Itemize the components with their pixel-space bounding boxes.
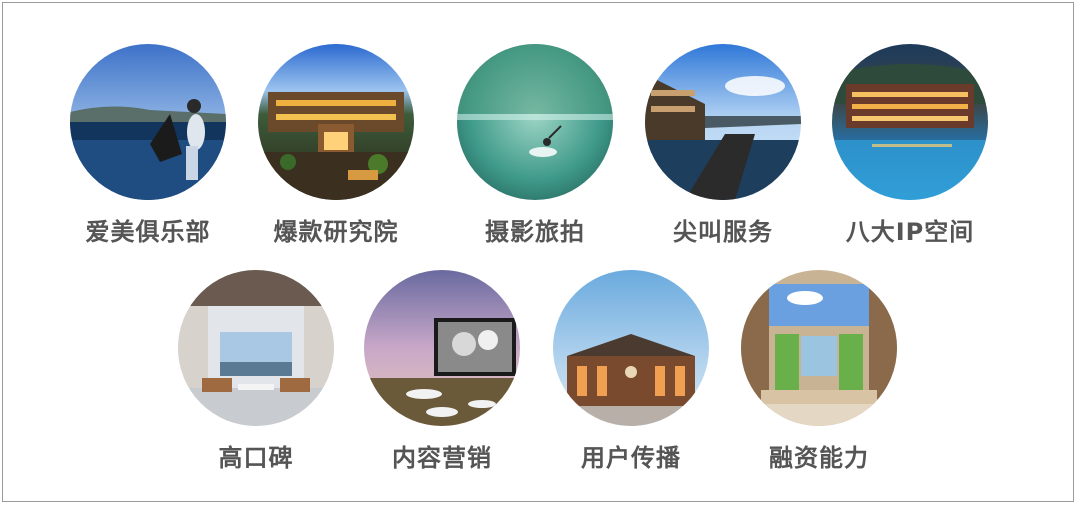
tile-beauty-club[interactable]: 爱美俱乐部: [63, 44, 233, 264]
tile-label: 八大IP空间: [845, 218, 975, 246]
hotel-courtyard-night-photo: [258, 44, 414, 200]
tile-label: 高口碑: [218, 444, 294, 472]
tile-scream-service[interactable]: 尖叫服务: [638, 44, 808, 264]
tile-label: 尖叫服务: [673, 218, 773, 246]
tile-photo-travel[interactable]: 摄影旅拍: [450, 44, 620, 264]
lakeside-town-night-photo: [832, 44, 988, 200]
tile-eight-ip-spaces[interactable]: 八大IP空间: [825, 44, 995, 264]
tile-financing[interactable]: 融资能力: [734, 270, 904, 490]
woman-sitting-by-lake-photo: [70, 44, 226, 200]
tile-label: 爆款研究院: [273, 218, 399, 246]
tile-label: 用户传播: [581, 444, 681, 472]
waterfront-resort-photo: [645, 44, 801, 200]
tile-high-reputation[interactable]: 高口碑: [171, 270, 341, 490]
lounge-interior-photo: [178, 270, 334, 426]
tile-label: 融资能力: [769, 444, 869, 472]
outdoor-cinema-photo: [364, 270, 520, 426]
tile-user-spread[interactable]: 用户传播: [546, 270, 716, 490]
tile-label: 爱美俱乐部: [85, 218, 211, 246]
lodge-building-dusk-photo: [553, 270, 709, 426]
swimmer-green-water-photo: [457, 44, 613, 200]
tile-content-marketing[interactable]: 内容营销: [357, 270, 527, 490]
tile-label: 摄影旅拍: [485, 218, 585, 246]
tile-hit-institute[interactable]: 爆款研究院: [251, 44, 421, 264]
tile-label: 内容营销: [392, 444, 492, 472]
greenhouse-room-photo: [741, 270, 897, 426]
